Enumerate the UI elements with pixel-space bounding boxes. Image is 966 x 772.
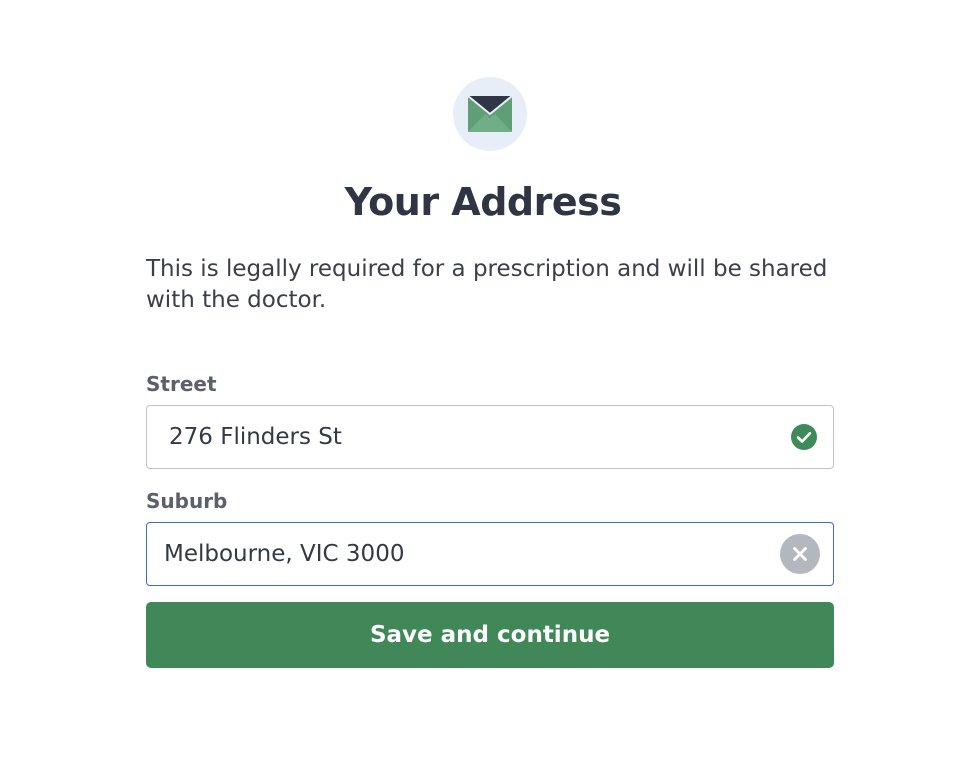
envelope-icon (468, 96, 512, 132)
street-label: Street (146, 372, 217, 396)
suburb-field-container (146, 522, 834, 586)
page-description: This is legally required for a prescript… (146, 256, 828, 313)
envelope-icon-badge (453, 77, 527, 151)
address-form-page: Your Address This is legally required fo… (0, 0, 966, 772)
close-icon (793, 547, 807, 561)
street-field-container (146, 405, 834, 469)
page-title: Your Address (344, 180, 622, 224)
suburb-input[interactable] (164, 523, 780, 585)
street-input[interactable] (169, 406, 791, 468)
suburb-label: Suburb (146, 489, 228, 513)
save-and-continue-button[interactable]: Save and continue (146, 602, 834, 668)
check-circle-icon (791, 424, 817, 450)
clear-suburb-button[interactable] (780, 534, 820, 574)
